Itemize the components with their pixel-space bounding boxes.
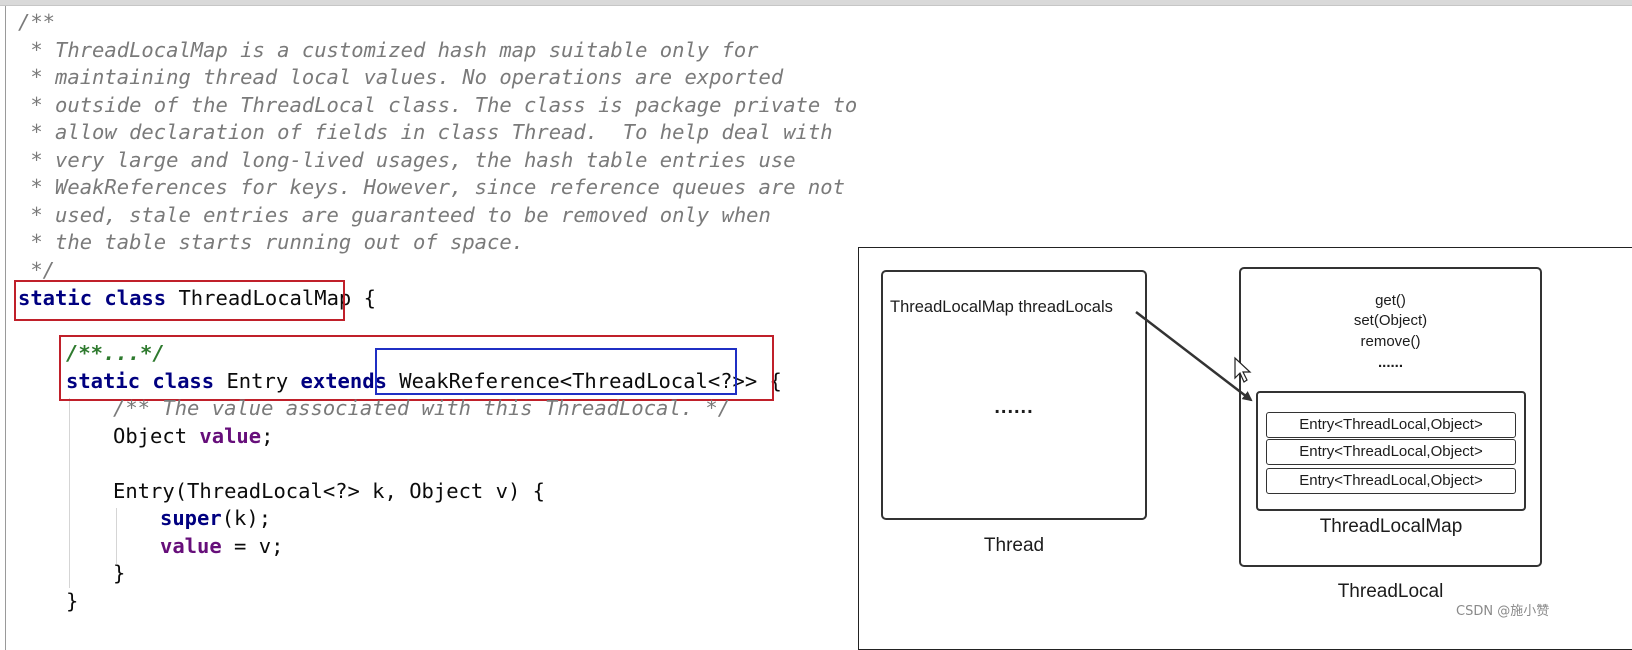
reference-arrow-layer (1135, 311, 1253, 402)
mouse-cursor-icon (1234, 356, 1252, 383)
watermark: CSDN @施小赞 (1456, 604, 1550, 619)
reference-arrow (1135, 311, 1253, 402)
